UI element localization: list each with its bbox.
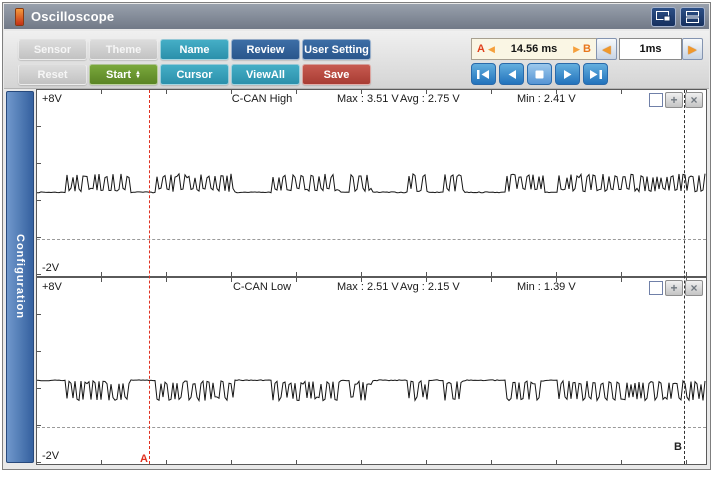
scope-display-area: +8V C-CAN High Max : 3.51 V Avg : 2.75 V… — [36, 89, 707, 465]
channel-panel-c-can-low: +8V C-CAN Low Max : 2.51 V Avg : 2.15 V … — [37, 277, 706, 464]
skip-start-button[interactable] — [471, 63, 496, 85]
cursor-delta-time: 14.56 ms — [510, 43, 558, 55]
y-axis-top-label: +8V — [42, 93, 62, 105]
cursor-b-line[interactable]: B — [674, 90, 685, 464]
stat-avg: Avg : 2.15 V — [400, 281, 460, 293]
channel-controls: + × — [649, 280, 703, 296]
oscilloscope-app: Oscilloscope Sensor Theme Name Review Us… — [0, 0, 713, 486]
skip-end-button[interactable] — [583, 63, 608, 85]
start-spinner-icon[interactable]: ▲ ▼ — [135, 70, 141, 80]
user-setting-button[interactable]: User Setting — [302, 39, 371, 60]
cursor-a-line[interactable]: A — [140, 90, 150, 465]
channel-visibility-checkbox[interactable] — [649, 93, 663, 107]
cursor-button[interactable]: Cursor — [160, 64, 229, 85]
stat-min: Min : 1.39 V — [517, 281, 576, 293]
window-title: Oscilloscope — [31, 9, 115, 24]
close-channel-icon[interactable]: × — [685, 280, 703, 296]
reset-button[interactable]: Reset — [18, 64, 87, 85]
timebase-decrease-button[interactable]: ◀ — [596, 38, 617, 60]
waveform-c-can-low — [37, 379, 706, 403]
zoom-in-icon[interactable]: + — [665, 92, 683, 108]
close-channel-icon[interactable]: × — [685, 92, 703, 108]
stat-min: Min : 2.41 V — [517, 93, 576, 105]
step-back-button[interactable] — [499, 63, 524, 85]
channel-panel-c-can-high: +8V C-CAN High Max : 3.51 V Avg : 2.75 V… — [37, 90, 706, 277]
cursor-b-tag: B — [583, 43, 591, 55]
channel-name: C-CAN Low — [232, 281, 292, 293]
app-window: Oscilloscope Sensor Theme Name Review Us… — [2, 2, 711, 470]
cursor-b-label: B — [674, 441, 682, 453]
sensor-button[interactable]: Sensor — [18, 39, 87, 60]
viewall-button[interactable]: ViewAll — [231, 64, 300, 85]
app-icon — [16, 8, 23, 25]
cursor-a-label: A — [140, 453, 148, 465]
arrow-left-icon: ◀ — [487, 43, 495, 54]
playback-controls — [471, 63, 608, 85]
timebase-increase-button[interactable]: ▶ — [682, 38, 703, 60]
zoom-in-icon[interactable]: + — [665, 280, 683, 296]
cursor-a-tag: A — [477, 43, 485, 55]
title-bar: Oscilloscope — [4, 4, 709, 29]
waveform-c-can-high — [37, 172, 706, 194]
channel-controls: + × — [649, 92, 703, 108]
cursor-time-readout: A ◀ 14.56 ms ▶ B — [471, 38, 597, 60]
stop-button[interactable] — [527, 63, 552, 85]
arrow-right-icon: ▶ — [573, 43, 581, 54]
y-axis-bottom-label: -2V — [42, 450, 60, 462]
channel-name: C-CAN High — [231, 93, 293, 105]
review-button[interactable]: Review — [231, 39, 300, 60]
y-axis-bottom-label: -2V — [42, 262, 60, 274]
theme-button[interactable]: Theme — [89, 39, 158, 60]
configuration-tab[interactable]: Configuration — [6, 91, 34, 463]
y-axis-top-label: +8V — [42, 281, 62, 293]
save-button[interactable]: Save — [302, 64, 371, 85]
stat-max: Max : 3.51 V — [337, 93, 399, 105]
popup-window-icon[interactable] — [651, 6, 676, 27]
channel-visibility-checkbox[interactable] — [649, 281, 663, 295]
configuration-tab-label: Configuration — [14, 234, 26, 320]
timebase-value[interactable]: 1ms — [619, 38, 682, 60]
stat-avg: Avg : 2.75 V — [400, 93, 460, 105]
toolbar: Sensor Theme Name Review User Setting Re… — [4, 31, 709, 89]
start-button[interactable]: Start ▲ ▼ — [89, 64, 158, 85]
step-forward-button[interactable] — [555, 63, 580, 85]
stat-max: Max : 2.51 V — [337, 281, 399, 293]
name-button[interactable]: Name — [160, 39, 229, 60]
split-layout-icon[interactable] — [680, 6, 705, 27]
